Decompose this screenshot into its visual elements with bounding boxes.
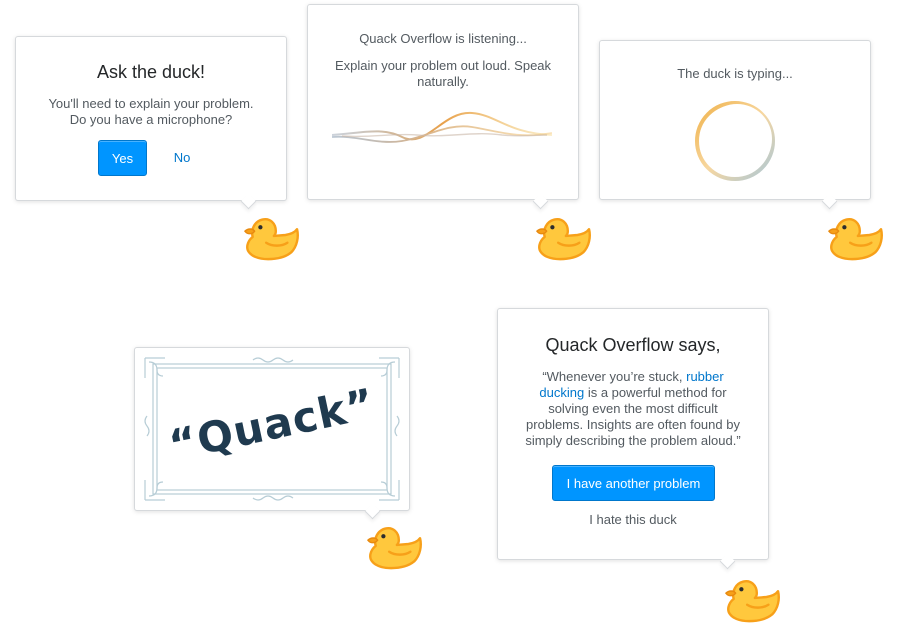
rubber-duck-icon <box>827 217 883 261</box>
rubber-duck-icon <box>535 217 591 261</box>
quote-line5: simply describing the problem aloud.” <box>525 433 741 448</box>
duck-says-card: Quack Overflow says, “Whenever you’re st… <box>497 308 769 570</box>
listening-card: Quack Overflow is listening... Explain y… <box>307 4 579 210</box>
listening-title: Quack Overflow is listening... <box>359 31 527 46</box>
speech-tail <box>719 553 736 570</box>
sound-wave <box>332 111 552 143</box>
another-problem-button[interactable]: I have another problem <box>552 465 715 501</box>
duck-says-title: Quack Overflow says, <box>545 335 721 355</box>
rubber-ducking-link-part2[interactable]: ducking <box>539 385 584 400</box>
rubber-duck-icon <box>724 579 780 623</box>
speech-tail <box>532 193 549 210</box>
ask-duck-title: Ask the duck! <box>96 62 206 82</box>
hate-duck-link[interactable]: I hate this duck <box>498 512 768 527</box>
speech-tail <box>821 193 838 210</box>
no-button[interactable]: No <box>170 150 194 165</box>
quote-line2: is a powerful method for <box>587 385 727 400</box>
quote-start: “Whenever you’re stuck, <box>542 369 683 384</box>
ask-duck-line2: Do you have a microphone? <box>69 112 233 127</box>
duck-quote: “Whenever you’re stuck, rubber ducking i… <box>498 369 768 449</box>
rubber-duck-icon <box>243 217 299 261</box>
rubber-ducking-link-part1[interactable]: rubber <box>686 369 724 384</box>
rubber-duck-icon <box>366 526 422 570</box>
speech-tail <box>240 193 257 210</box>
listening-line2: naturally. <box>417 74 469 89</box>
typing-title: The duck is typing... <box>677 66 793 81</box>
typing-card: The duck is typing... <box>599 40 871 210</box>
quote-line4: problems. Insights are often found by <box>526 417 740 432</box>
ask-duck-line1: You'll need to explain your problem. <box>48 96 254 111</box>
loading-ring <box>695 101 775 181</box>
quote-line3: solving even the most difficult <box>548 401 718 416</box>
ask-duck-card: Ask the duck! You'll need to explain you… <box>15 36 287 210</box>
quack-card: “Quack” <box>134 347 410 520</box>
yes-button[interactable]: Yes <box>98 140 147 176</box>
listening-line1: Explain your problem out loud. Speak <box>334 58 552 73</box>
